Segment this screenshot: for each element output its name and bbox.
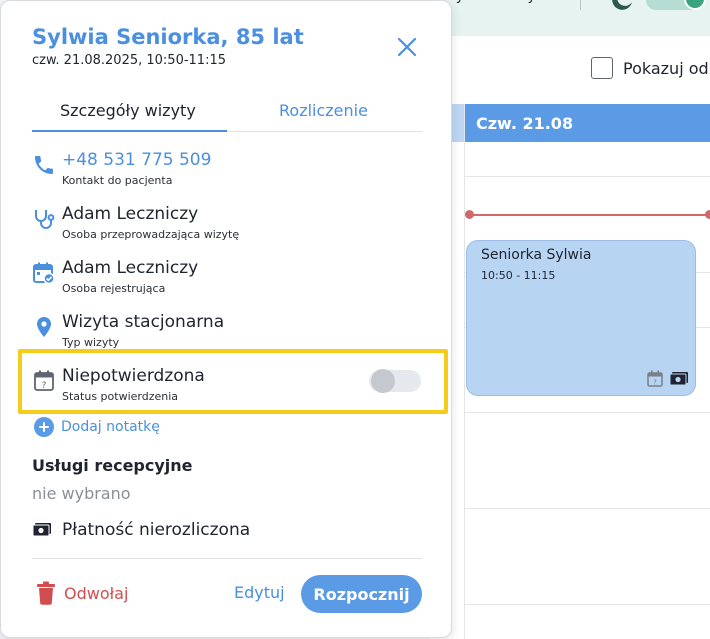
calendar-check-icon xyxy=(33,262,55,285)
toggle-knob xyxy=(371,369,395,393)
trash-icon xyxy=(37,581,55,605)
divider xyxy=(580,0,581,10)
grid-line xyxy=(465,604,710,605)
detail-phone: +48 531 775 509 Kontakt do pacjenta xyxy=(32,150,422,197)
phone-label: Kontakt do pacjenta xyxy=(62,174,173,187)
current-time-line xyxy=(469,214,710,216)
cash-icon xyxy=(669,371,688,385)
appointment-datetime: czw. 21.08.2025, 10:50-11:15 xyxy=(32,53,226,68)
phone-icon xyxy=(35,156,53,174)
show-from-label: Pokazuj od xyxy=(623,58,709,78)
payment-status: Płatność nierozliczona xyxy=(32,520,250,540)
cancel-label: Odwołaj xyxy=(64,583,129,603)
footer-divider xyxy=(32,558,422,559)
patient-title: Sylwia Seniorka, 85 lat xyxy=(32,25,304,49)
calendar-top-bar: ryrmentalny xyxy=(430,0,710,36)
add-note-button[interactable]: Dodaj notatkę xyxy=(34,417,160,437)
grid-line xyxy=(465,508,710,509)
services-value: nie wybrano xyxy=(32,484,131,503)
day-header-spacer xyxy=(450,104,465,142)
calendar-question-icon: ? xyxy=(34,370,54,391)
confirmation-status: Niepotwierdzona xyxy=(62,366,205,386)
doctor-label: Osoba przeprowadzająca wizytę xyxy=(62,228,240,241)
registrar-name: Adam Leczniczy xyxy=(62,258,199,278)
grid-line xyxy=(465,412,710,413)
current-time-dot xyxy=(465,210,474,219)
visit-type-label: Typ wizyty xyxy=(62,336,120,349)
edit-button[interactable]: Edytuj xyxy=(234,583,285,602)
payment-label: Płatność nierozliczona xyxy=(62,520,251,540)
show-from-checkbox[interactable] xyxy=(591,57,613,79)
current-time-dot xyxy=(705,210,710,219)
event-icons: ? xyxy=(647,370,689,387)
calendar-question-icon: ? xyxy=(647,370,663,387)
event-time: 10:50 - 11:15 xyxy=(481,269,556,282)
plus-circle-icon xyxy=(34,417,54,437)
moon-icon xyxy=(612,0,632,10)
services-heading: Usługi recepcyjne xyxy=(32,456,193,475)
svg-text:?: ? xyxy=(653,379,657,387)
stethoscope-icon xyxy=(35,210,55,229)
visit-type-value: Wizyta stacjonarna xyxy=(62,312,225,332)
calendar-top-label: ryrmentalny xyxy=(450,0,536,4)
svg-text:?: ? xyxy=(42,381,47,391)
detail-registrar: Adam Leczniczy Osoba rejestrująca xyxy=(32,258,422,305)
calendar-event[interactable]: Seniorka Sylwia 10:50 - 11:15 ? xyxy=(466,240,696,396)
patient-phone-link[interactable]: +48 531 775 509 xyxy=(62,150,211,170)
event-title: Seniorka Sylwia xyxy=(481,247,592,263)
add-note-label: Dodaj notatkę xyxy=(61,419,160,435)
confirmation-label: Status potwierdzenia xyxy=(62,390,179,403)
start-button[interactable]: Rozpocznij xyxy=(301,575,422,613)
calendar-panel: ryrmentalny Pokazuj od Czw. 21.08 Senior… xyxy=(430,0,710,639)
cash-icon xyxy=(32,523,51,537)
column-divider xyxy=(464,104,465,639)
registrar-label: Osoba rejestrująca xyxy=(62,282,166,295)
detail-doctor: Adam Leczniczy Osoba przeprowadzająca wi… xyxy=(32,204,422,251)
doctor-name: Adam Leczniczy xyxy=(62,204,199,224)
cancel-button[interactable]: Odwołaj xyxy=(36,581,128,605)
confirmation-toggle[interactable] xyxy=(369,369,421,393)
active-tab-indicator xyxy=(32,130,227,132)
grid-line xyxy=(465,176,710,177)
appointment-popup: Sylwia Seniorka, 85 lat czw. 21.08.2025,… xyxy=(0,0,452,638)
tab-visit-details[interactable]: Szczegóły wizyty xyxy=(60,101,196,120)
tab-settlement[interactable]: Rozliczenie xyxy=(279,101,368,120)
detail-confirmation: ? Niepotwierdzona Status potwierdzenia xyxy=(32,366,422,413)
show-from-option[interactable]: Pokazuj od xyxy=(591,57,709,79)
close-icon[interactable] xyxy=(395,35,419,59)
location-pin-icon xyxy=(37,317,51,337)
day-header-label: Czw. 21.08 xyxy=(476,114,574,133)
